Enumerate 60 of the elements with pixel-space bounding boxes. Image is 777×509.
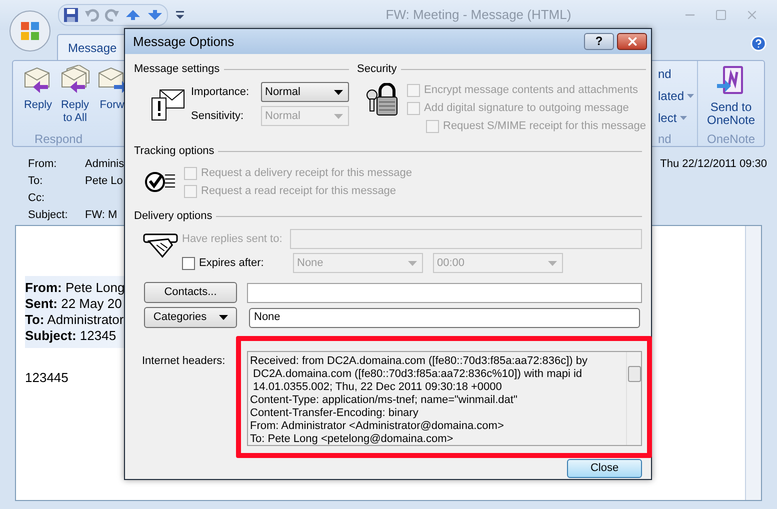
redo-icon[interactable] (105, 8, 119, 22)
expires-checkbox[interactable]: Expires after: (182, 254, 293, 272)
field-value: Adminis (85, 157, 124, 172)
ribbon-button[interactable]: Send to OneNote (706, 64, 756, 127)
importance-dropdown[interactable]: Normal (261, 82, 349, 102)
padlock-keys-icon (366, 83, 400, 117)
internet-headers-field[interactable]: Received: from DC2A.domaina.com ([fe80::70d3:f85a:aa72:836c]) by DC2A.domaina.com ([fe80::70d3:f85a:aa72:836c%10]) with mapi id 14.01.0355.002; Thu, 22 Dec 2011 09:30:18 +0000 Content-Type: application/ms-tnef; name="winmail.dat" Content-Transfer-Encoding: binary From: Administrator <Administrator@domaina.com> To: Pete Long <petelong@domaina.com> (247, 351, 642, 446)
section-heading: Security (357, 62, 397, 77)
caret-icon (408, 260, 417, 266)
help-button[interactable]: ? (584, 33, 614, 50)
replies-to-label: Have replies sent to: (182, 232, 284, 247)
caret-icon (334, 114, 343, 118)
dialog-title: Message Options (133, 32, 236, 51)
maximize-icon[interactable] (715, 9, 727, 21)
close-dialog-button[interactable]: Close (567, 459, 642, 478)
scrollbar[interactable] (626, 352, 641, 445)
body-text: 123445 (25, 369, 68, 387)
close-icon (626, 35, 638, 48)
group-label: nd (657, 131, 672, 146)
importance-label: Importance: (191, 84, 250, 100)
help-icon[interactable] (750, 35, 767, 52)
customize-caret-icon[interactable] (176, 10, 184, 20)
contacts-button[interactable]: Contacts... (144, 282, 237, 303)
section-heading: Delivery options (134, 208, 212, 224)
field-label: To: (28, 174, 44, 190)
replies-to-field[interactable] (290, 229, 642, 249)
save-icon[interactable] (63, 7, 79, 23)
ribbon-button[interactable]: Reply to All (58, 65, 92, 130)
ribbon-button[interactable]: Reply (21, 65, 55, 130)
field-label: Cc: (28, 191, 46, 206)
group-label: Respond (33, 131, 84, 146)
categories-button[interactable]: Categories (144, 307, 237, 328)
field-label: Subject: (28, 208, 69, 224)
scrollbar[interactable] (745, 226, 761, 500)
field-value: FW: M (85, 208, 118, 224)
group-label: OneNote (706, 131, 756, 146)
caret-icon (680, 116, 687, 120)
envelope-arrow-icon (59, 65, 91, 95)
close-icon[interactable] (745, 8, 759, 22)
undo-icon[interactable] (85, 8, 99, 22)
down-arrow-icon[interactable] (147, 9, 163, 21)
field-value: Pete Lo (85, 174, 123, 190)
ribbon-button[interactable]: lect (646, 110, 697, 125)
caret-icon (548, 260, 557, 266)
caret-icon (218, 315, 228, 320)
contacts-field[interactable] (247, 282, 642, 302)
up-arrow-icon[interactable] (125, 9, 141, 21)
field-label: From: (28, 157, 58, 172)
sent-time: Thu 22/12/2011 09:30 (660, 157, 767, 172)
ribbon-button[interactable]: lated (646, 88, 697, 103)
sensitivity-label: Sensitivity: (191, 108, 245, 124)
close-button[interactable] (617, 33, 647, 50)
caret-icon (687, 94, 694, 98)
office-orb-icon[interactable] (9, 10, 51, 52)
caret-icon (334, 90, 343, 94)
section-heading: Message settings (134, 62, 220, 77)
section-heading: Tracking options (134, 144, 214, 159)
categories-field[interactable]: None (249, 308, 640, 328)
internet-headers-label: Internet headers: (141, 354, 226, 369)
window-title: FW: Meeting - Message (HTML) (386, 6, 572, 24)
